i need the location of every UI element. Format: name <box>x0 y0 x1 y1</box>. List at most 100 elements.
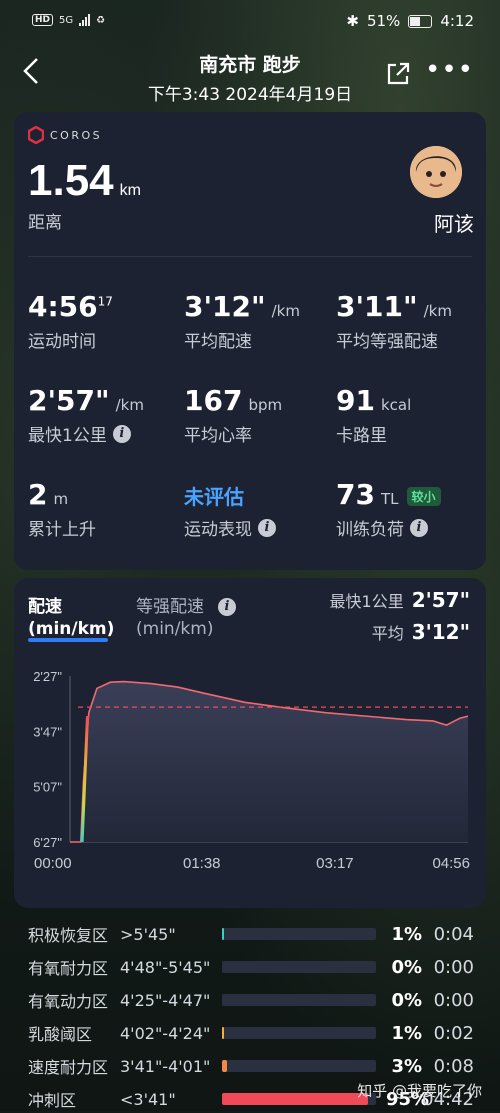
stat-value: 167 bpm <box>184 384 283 417</box>
stat-value: 4:5617 <box>28 290 113 323</box>
distance-value: 1.54 km <box>28 156 141 205</box>
y-tick-label: 2'27" <box>33 669 62 684</box>
stat-item: 4:5617 运动时间 <box>28 290 178 352</box>
stat-item: 3'11"/km 平均等强配速 <box>336 290 486 352</box>
info-icon[interactable]: i <box>218 598 236 616</box>
zone-row: 有氧动力区 4'25"-4'47" 0% 0:00 <box>28 986 478 1014</box>
battery-percent: 51% <box>366 12 401 30</box>
battery-icon <box>408 14 433 28</box>
hd-indicator: HD <box>32 14 54 26</box>
zone-range: 3'41"-4'01" <box>120 1056 211 1076</box>
zone-range: 4'02"-4'24" <box>120 1023 211 1043</box>
stat-item: 2 m 累计上升 <box>28 478 178 540</box>
stat-item: 91 kcal 卡路里 <box>336 384 486 446</box>
distance-unit: km <box>119 182 141 199</box>
zone-percent: 3% <box>391 1055 422 1077</box>
stat-label: 平均配速 <box>184 332 252 352</box>
brand-name: COROS <box>50 128 103 142</box>
zone-range: 4'25"-4'47" <box>120 990 211 1010</box>
tab-grade-adjusted-pace[interactable]: 等强配速 i (min/km) <box>136 596 236 640</box>
zone-range: 4'48"-5'45" <box>120 957 211 977</box>
zone-bar <box>222 961 376 973</box>
zone-time: 0:00 <box>433 989 474 1011</box>
info-icon[interactable]: i <box>112 424 131 443</box>
zone-name: 乳酸阈区 <box>28 1025 93 1044</box>
network-type: 5G <box>59 14 74 26</box>
zone-name: 有氧耐力区 <box>28 959 109 978</box>
zone-name: 积极恢复区 <box>28 926 109 945</box>
x-tick-label: 04:56 <box>432 855 470 872</box>
pace-chart[interactable]: 2'27" 3'47" 5'07" 6'27" 00:00 01:38 03:17 04:56 <box>14 666 486 916</box>
stat-label: 平均心率 <box>184 426 252 446</box>
stat-item[interactable]: 未评估运动表现 i <box>184 478 334 540</box>
tab-pace[interactable]: 配速 (min/km) <box>28 596 114 640</box>
fastest-km-summary: 最快1公里 2'57" <box>329 588 470 612</box>
stat-label: 运动表现 i <box>184 515 334 540</box>
clock: 4:12 <box>440 12 474 30</box>
sync-icon: ♻ <box>96 14 106 26</box>
share-icon <box>387 62 410 85</box>
stat-label: 卡路里 <box>336 426 387 446</box>
zone-time: 0:08 <box>433 1055 474 1077</box>
zone-bar <box>222 1027 376 1039</box>
stat-label: 运动时间 <box>28 332 96 352</box>
average-pace-summary: 平均 3'12" <box>371 620 470 644</box>
coros-logo-icon <box>28 126 44 144</box>
zone-bar-fill <box>222 928 225 940</box>
zone-row: 积极恢复区 >5'45" 1% 0:04 <box>28 920 478 948</box>
stat-item[interactable]: 73 TL 较小 训练负荷 i <box>336 478 486 540</box>
tab-grade-unit: (min/km) <box>136 619 214 639</box>
y-tick-label: 3'47" <box>33 724 62 739</box>
stat-unit: m <box>53 490 69 508</box>
info-icon[interactable]: i <box>410 518 428 537</box>
stat-label: 最快1公里 i <box>28 421 178 446</box>
training-load-badge: 较小 <box>406 486 441 506</box>
tab-pace-unit: (min/km) <box>28 619 115 639</box>
bluetooth-icon: ✱ <box>346 12 359 30</box>
stat-item: 3'12"/km 平均配速 <box>184 290 334 352</box>
active-tab-indicator <box>28 638 108 642</box>
status-bar: HD 5G ♻ ✱ 51% 4:12 <box>0 0 500 44</box>
info-icon[interactable]: i <box>258 518 276 537</box>
zone-percent: 0% <box>391 989 422 1011</box>
x-tick-label: 03:17 <box>316 855 354 872</box>
stat-unit: TL <box>380 490 399 508</box>
divider <box>28 256 472 257</box>
avatar-image <box>410 146 462 198</box>
summary-card: COROS 1.54 km 距离 阿该 4:5617 运动时间 3'12"/km 平均配… <box>14 112 486 570</box>
distance-label: 距离 <box>28 213 62 233</box>
stat-value: 3'12"/km <box>184 290 300 323</box>
stat-label: 平均等强配速 <box>336 332 438 352</box>
stat-value: 3'11"/km <box>336 290 452 323</box>
stat-value: 91 kcal <box>336 384 412 417</box>
zone-bar-fill <box>222 1060 227 1072</box>
x-tick-label: 00:00 <box>34 855 72 872</box>
zone-range: <3'41" <box>120 1089 176 1109</box>
zone-row: 速度耐力区 3'41"-4'01" 3% 0:08 <box>28 1052 478 1080</box>
more-options-button[interactable]: ••• <box>425 57 474 83</box>
stat-label: 训练负荷 i <box>336 515 486 540</box>
header: 南充市 跑步 下午3:43 2024年4月19日 ••• <box>0 44 500 110</box>
zone-name: 速度耐力区 <box>28 1058 109 1077</box>
zone-name: 有氧动力区 <box>28 992 109 1011</box>
stat-unit: bpm <box>248 396 283 414</box>
avatar[interactable] <box>410 146 462 198</box>
stat-value: 2'57"/km <box>28 384 144 417</box>
stat-item[interactable]: 2'57"/km 最快1公里 i <box>28 384 178 446</box>
stat-value: 未评估 <box>184 485 244 509</box>
signal-icon <box>79 14 91 26</box>
zone-bar-fill <box>222 1093 369 1105</box>
zone-percent: 1% <box>391 1022 422 1044</box>
zone-time: 0:00 <box>433 956 474 978</box>
stat-unit: kcal <box>380 396 412 414</box>
zone-percent: 1% <box>391 923 422 945</box>
stat-item: 167 bpm 平均心率 <box>184 384 334 446</box>
zone-time: 0:04 <box>433 923 474 945</box>
zone-bar-fill <box>222 1027 225 1039</box>
user-name: 阿该 <box>434 212 474 236</box>
share-button[interactable] <box>384 60 412 92</box>
zone-percent: 0% <box>391 956 422 978</box>
zone-bar <box>222 1060 376 1072</box>
y-tick-label: 5'07" <box>33 780 62 795</box>
stat-unit: /km <box>423 302 452 320</box>
